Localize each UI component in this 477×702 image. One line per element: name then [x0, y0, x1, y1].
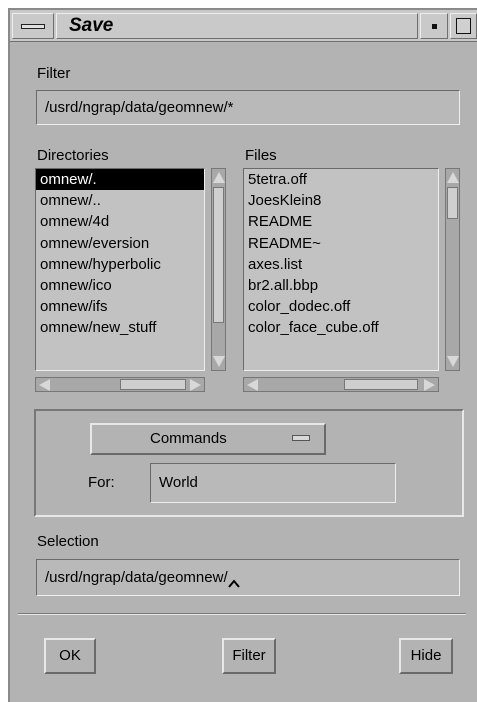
directory-list-item[interactable]: omnew/ico: [36, 275, 204, 296]
file-list-item[interactable]: color_dodec.off: [244, 296, 438, 317]
file-list-item[interactable]: 5tetra.off: [244, 169, 438, 190]
files-hscroll-thumb[interactable]: [344, 379, 418, 390]
files-vertical-scrollbar[interactable]: [445, 168, 460, 371]
window-title: Save: [56, 13, 418, 39]
button-separator: [18, 613, 466, 615]
title-bar[interactable]: Save: [10, 10, 477, 42]
directory-list-item[interactable]: omnew/new_stuff: [36, 317, 204, 338]
scroll-left-arrow-icon[interactable]: [247, 379, 258, 391]
commands-option-menu[interactable]: Commands: [90, 423, 326, 455]
directories-hscroll-thumb[interactable]: [120, 379, 186, 390]
commands-option-label: Commands: [150, 430, 227, 447]
file-list-item[interactable]: color_face_cube.off: [244, 317, 438, 338]
files-list[interactable]: 5tetra.off JoesKlein8 README README~ axes.li…: [243, 168, 439, 371]
scroll-up-arrow-icon[interactable]: [447, 172, 459, 183]
directories-label: Directories: [37, 147, 109, 164]
commands-frame: Commands For: World: [34, 409, 464, 517]
save-dialog: Save Filter /usrd/ngrap/data/geomnew/* D…: [8, 8, 477, 702]
ok-button[interactable]: OK: [44, 638, 96, 674]
for-label: For:: [88, 474, 115, 491]
scroll-left-arrow-icon[interactable]: [39, 379, 50, 391]
text-caret-icon: [227, 579, 240, 588]
files-horizontal-scrollbar[interactable]: [243, 377, 439, 392]
window-menu-button[interactable]: [12, 13, 54, 39]
selection-value: /usrd/ngrap/data/geomnew/: [45, 569, 228, 586]
for-input[interactable]: World: [150, 463, 396, 503]
selection-input[interactable]: /usrd/ngrap/data/geomnew/: [36, 559, 460, 596]
files-label: Files: [245, 147, 277, 164]
scroll-up-arrow-icon[interactable]: [213, 172, 225, 183]
directories-list[interactable]: omnew/. omnew/.. omnew/4d omnew/eversion omn…: [35, 168, 205, 371]
file-list-item[interactable]: br2.all.bbp: [244, 275, 438, 296]
selection-label: Selection: [37, 533, 99, 550]
directory-list-item[interactable]: omnew/hyperbolic: [36, 254, 204, 275]
files-vscroll-thumb[interactable]: [447, 187, 458, 219]
file-list-item[interactable]: axes.list: [244, 254, 438, 275]
file-list-item[interactable]: README: [244, 211, 438, 232]
directory-list-item[interactable]: omnew/ifs: [36, 296, 204, 317]
maximize-icon: [456, 18, 471, 34]
scroll-right-arrow-icon[interactable]: [190, 379, 201, 391]
minimize-button[interactable]: [420, 13, 448, 39]
directory-list-item[interactable]: omnew/4d: [36, 211, 204, 232]
file-list-item[interactable]: JoesKlein8: [244, 190, 438, 211]
file-list-item[interactable]: README~: [244, 233, 438, 254]
option-menu-indicator-icon: [292, 435, 310, 441]
filter-input[interactable]: /usrd/ngrap/data/geomnew/*: [36, 90, 460, 125]
filter-label: Filter: [37, 65, 71, 82]
scroll-down-arrow-icon[interactable]: [213, 356, 225, 367]
window-menu-icon: [21, 24, 45, 29]
maximize-button[interactable]: [450, 13, 477, 39]
minimize-icon: [432, 24, 437, 29]
filter-button[interactable]: Filter: [222, 638, 276, 674]
directories-vertical-scrollbar[interactable]: [211, 168, 226, 371]
hide-button[interactable]: Hide: [399, 638, 453, 674]
directories-horizontal-scrollbar[interactable]: [35, 377, 205, 392]
scroll-right-arrow-icon[interactable]: [424, 379, 435, 391]
directory-list-item[interactable]: omnew/.: [36, 169, 204, 191]
directory-list-item[interactable]: omnew/eversion: [36, 233, 204, 254]
directory-list-item[interactable]: omnew/..: [36, 190, 204, 211]
scroll-down-arrow-icon[interactable]: [447, 356, 459, 367]
directories-vscroll-thumb[interactable]: [213, 187, 224, 323]
